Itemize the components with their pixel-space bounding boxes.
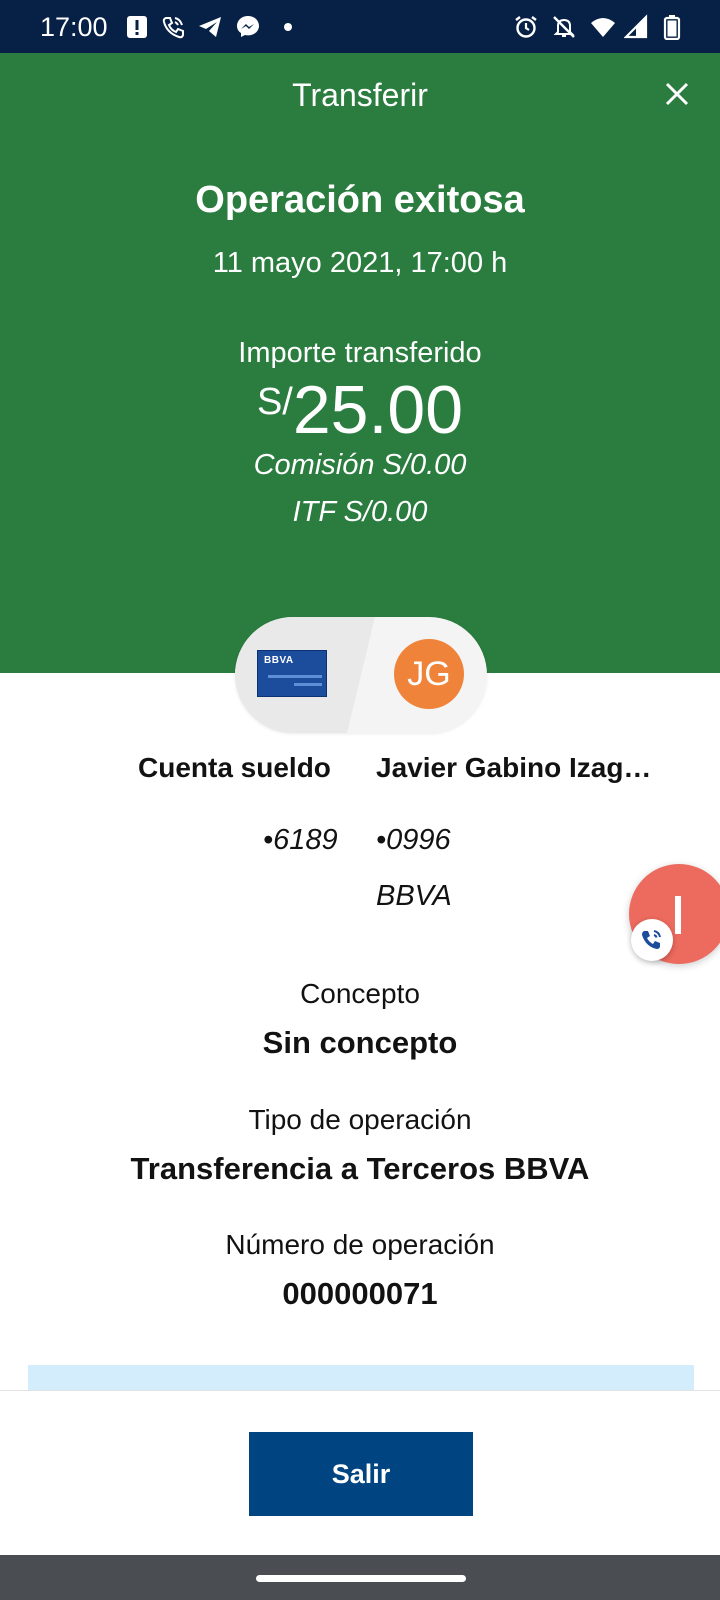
operation-type-value: Transferencia a Terceros BBVA bbox=[130, 1151, 590, 1186]
wifi-icon bbox=[591, 18, 615, 37]
battery-icon bbox=[663, 15, 681, 40]
amount-currency: S/ bbox=[256, 381, 293, 423]
notifications-off-icon bbox=[553, 16, 575, 38]
card-stripe bbox=[294, 683, 322, 686]
screen-title: Transferir bbox=[292, 77, 428, 113]
recipient-avatar: JG bbox=[394, 639, 464, 709]
transferred-amount: S/25.00 bbox=[0, 371, 720, 449]
info-banner bbox=[28, 1365, 694, 1391]
itf-text: ITF S/0.00 bbox=[292, 496, 428, 528]
phone-call-icon[interactable] bbox=[631, 919, 673, 961]
operation-type-label: Tipo de operación bbox=[248, 1104, 472, 1135]
accounts-pill: BBVA JG bbox=[235, 617, 487, 733]
alarm-icon bbox=[515, 16, 537, 38]
concept-label: Concepto bbox=[300, 978, 420, 1009]
exit-button[interactable]: Salir bbox=[249, 1432, 473, 1516]
signal-icon bbox=[624, 14, 648, 39]
messenger-icon bbox=[237, 16, 259, 37]
operation-datetime: 11 mayo 2021, 17:00 h bbox=[212, 247, 508, 279]
status-time: 17:00 bbox=[40, 12, 108, 42]
commission-text: Comisión S/0.00 bbox=[253, 449, 467, 481]
amount-value: 25.00 bbox=[292, 372, 464, 448]
operation-number-value: 000000071 bbox=[282, 1276, 438, 1311]
home-indicator[interactable] bbox=[256, 1575, 466, 1582]
recipient-name: Javier Gabino Izag… bbox=[376, 752, 652, 783]
operation-status: Operación exitosa bbox=[195, 179, 525, 221]
success-header: Transferir Operación exitosa 11 mayo 202… bbox=[0, 53, 720, 673]
phone-glyph bbox=[642, 930, 661, 949]
operation-number-label: Número de operación bbox=[225, 1229, 495, 1260]
close-icon[interactable] bbox=[660, 77, 694, 111]
alert-icon bbox=[127, 16, 147, 38]
recipient-account-number: •0996 bbox=[376, 824, 451, 856]
concept-value: Sin concepto bbox=[262, 1025, 458, 1060]
amount-label: Importe transferido bbox=[238, 337, 482, 369]
wifi-call-icon bbox=[162, 17, 184, 39]
card-stripe bbox=[268, 675, 322, 678]
origin-account-number: •6189 bbox=[263, 824, 338, 856]
status-bar: 17:00 bbox=[0, 0, 720, 53]
recipient-bank: BBVA bbox=[376, 880, 452, 912]
telegram-icon bbox=[199, 17, 221, 37]
bubble-mark bbox=[675, 896, 681, 934]
dot-icon bbox=[284, 23, 292, 31]
card-brand: BBVA bbox=[264, 655, 294, 666]
card-icon: BBVA bbox=[257, 650, 327, 697]
origin-account-name: Cuenta sueldo bbox=[138, 752, 331, 783]
